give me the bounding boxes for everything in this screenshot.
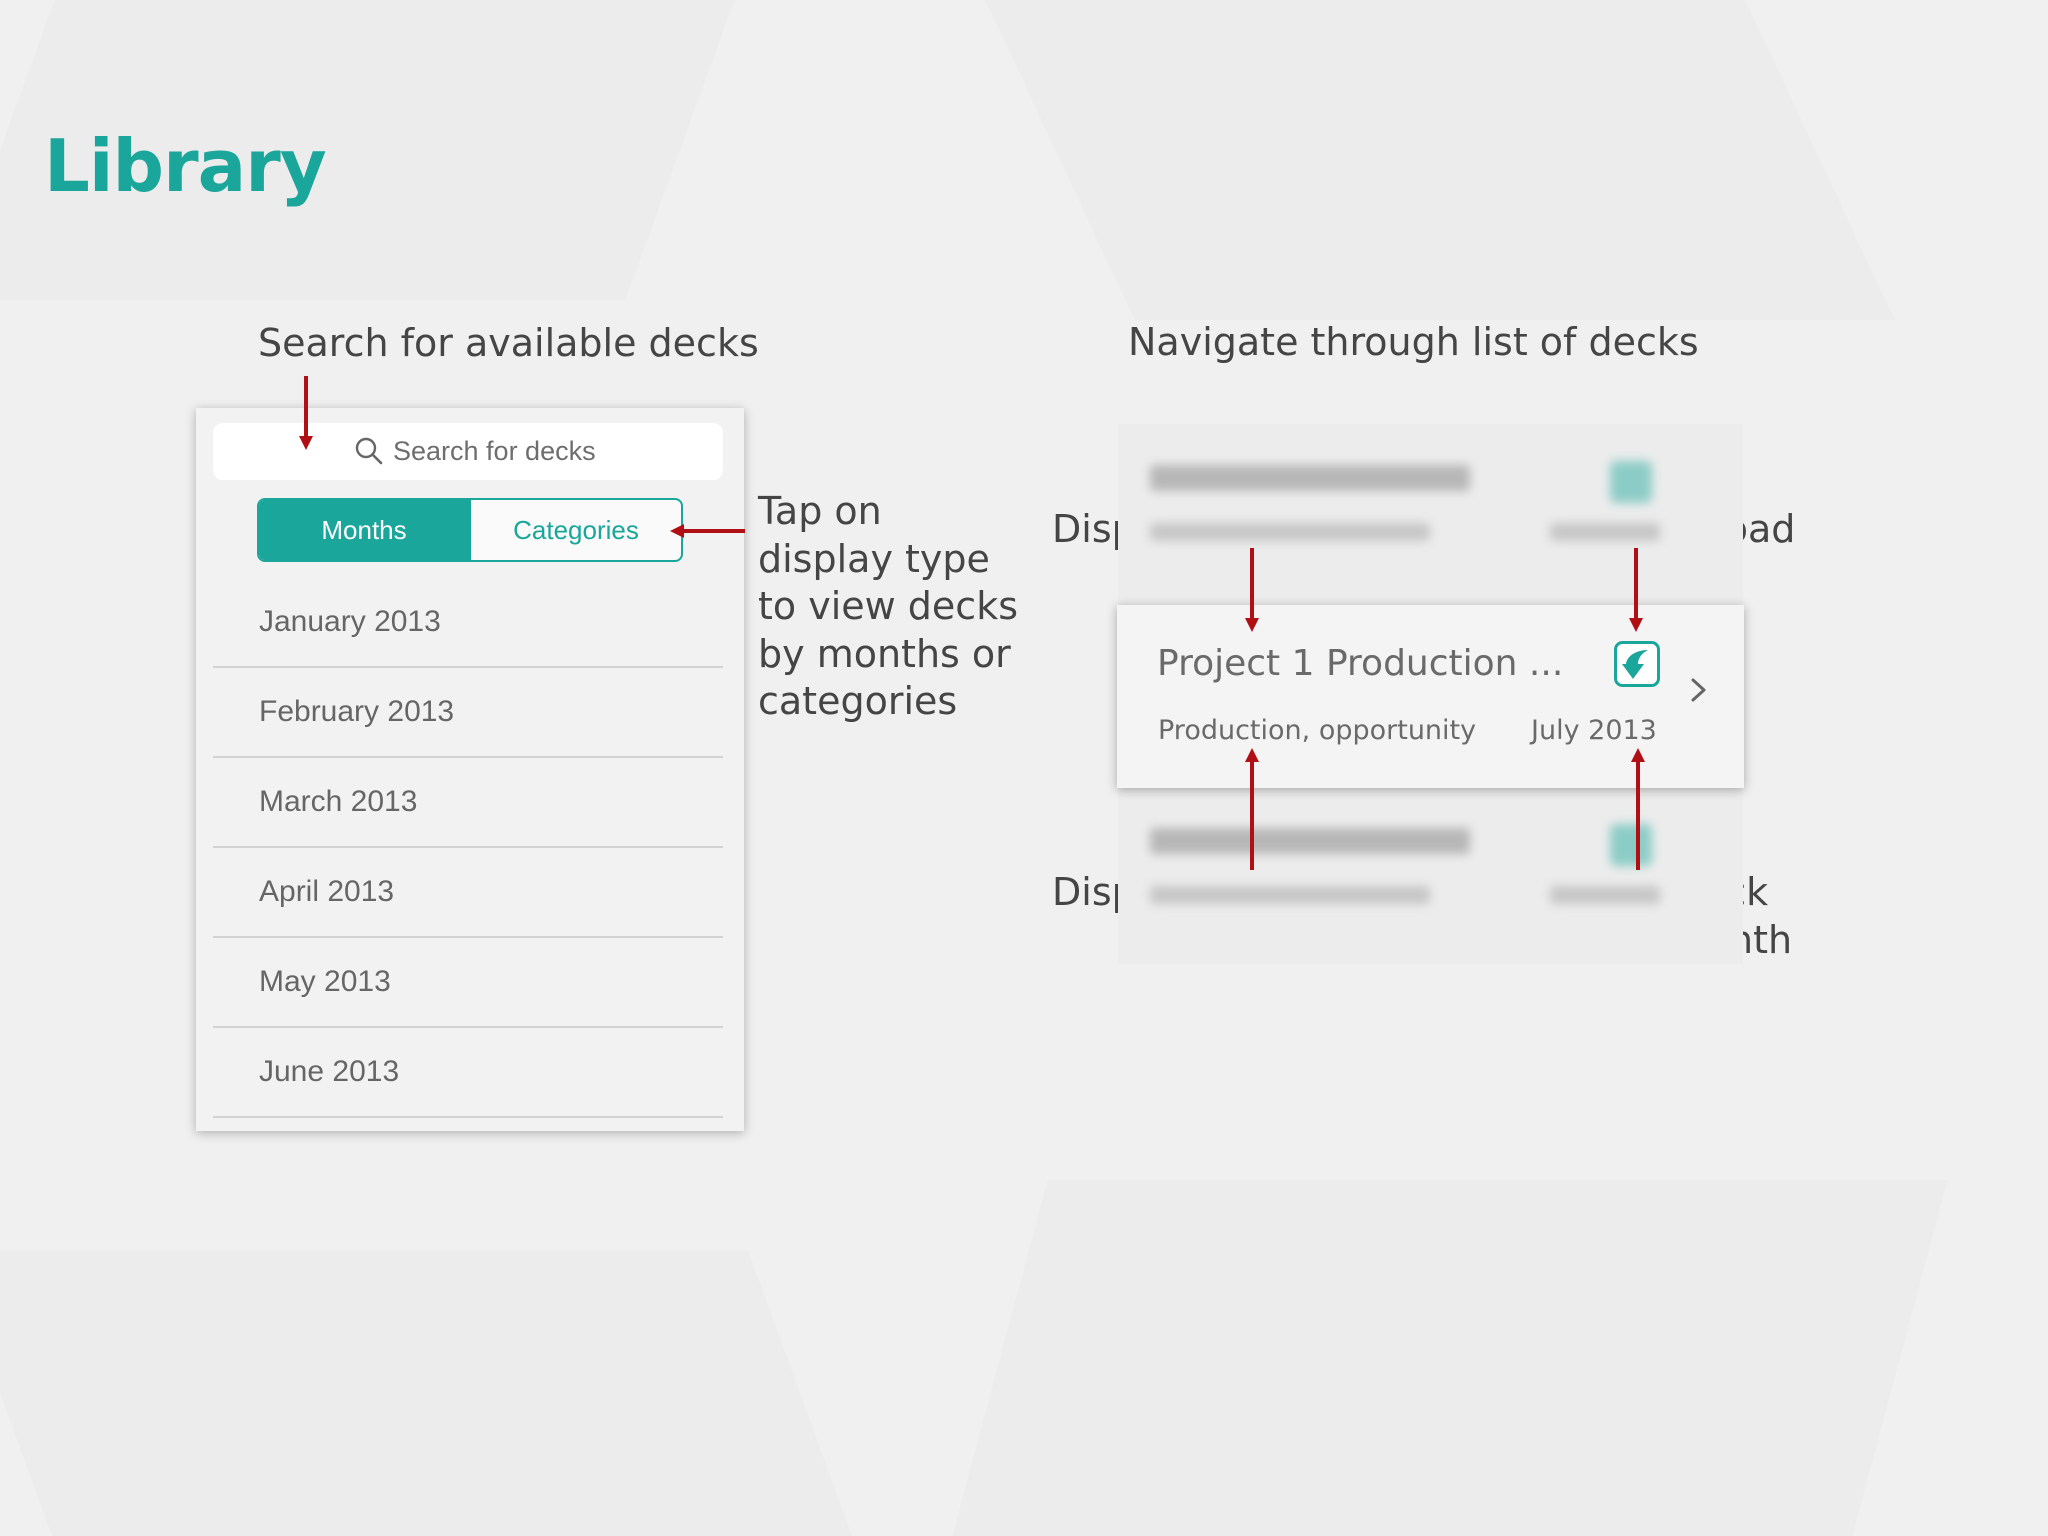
annotation-display-type-line: categories bbox=[758, 679, 958, 723]
annotation-display-type-line: display type bbox=[758, 536, 990, 581]
blurred-deck-date bbox=[1550, 523, 1660, 541]
blurred-deck-row bbox=[1150, 455, 1710, 575]
search-input[interactable] bbox=[393, 423, 713, 480]
blurred-deck-title bbox=[1150, 465, 1470, 491]
annotation-display-type: Tap on display type to view decks by mon… bbox=[758, 488, 1018, 726]
deck-name: Project 1 Production ... bbox=[1157, 643, 1564, 684]
list-item[interactable]: February 2013 bbox=[213, 668, 723, 758]
deck-date: July 2013 bbox=[1531, 715, 1657, 746]
categories-tab[interactable]: Categories bbox=[469, 500, 681, 560]
annotation-display-type-line: Tap on bbox=[758, 489, 882, 533]
months-tab[interactable]: Months bbox=[259, 500, 469, 560]
list-item[interactable]: June 2013 bbox=[213, 1028, 723, 1118]
blurred-deck-row bbox=[1150, 818, 1710, 938]
blurred-deck-tags bbox=[1150, 523, 1430, 541]
page-title: Library bbox=[44, 124, 327, 208]
background-shape bbox=[952, 1180, 1948, 1536]
list-item[interactable]: March 2013 bbox=[213, 758, 723, 848]
blurred-deck-tags bbox=[1150, 886, 1430, 904]
deck-tags: Production, opportunity bbox=[1158, 715, 1477, 746]
display-type-toggle: Months Categories bbox=[257, 498, 683, 562]
blurred-download-icon bbox=[1610, 824, 1652, 866]
annotation-search: Search for available decks bbox=[258, 321, 759, 365]
blurred-download-icon bbox=[1610, 461, 1652, 503]
chevron-right-icon[interactable] bbox=[1687, 675, 1711, 705]
month-list: January 2013 February 2013 March 2013 Ap… bbox=[213, 578, 723, 1118]
download-icon[interactable] bbox=[1614, 641, 1660, 687]
library-panel: Months Categories January 2013 February … bbox=[196, 408, 744, 1131]
background-shape bbox=[985, 0, 1895, 320]
blurred-deck-title bbox=[1150, 828, 1470, 854]
list-item[interactable]: April 2013 bbox=[213, 848, 723, 938]
annotation-navigate: Navigate through list of decks bbox=[1128, 320, 1699, 364]
search-icon bbox=[355, 437, 383, 465]
background-shape bbox=[0, 1250, 853, 1536]
list-item[interactable]: January 2013 bbox=[213, 578, 723, 668]
blurred-deck-date bbox=[1550, 886, 1660, 904]
annotation-display-type-line: by months or bbox=[758, 631, 1011, 676]
deck-row[interactable]: Project 1 Production ... Production, opp… bbox=[1117, 605, 1744, 788]
list-item[interactable]: May 2013 bbox=[213, 938, 723, 1028]
annotation-display-type-line: to view decks bbox=[758, 584, 1019, 628]
search-bar[interactable] bbox=[213, 423, 723, 480]
